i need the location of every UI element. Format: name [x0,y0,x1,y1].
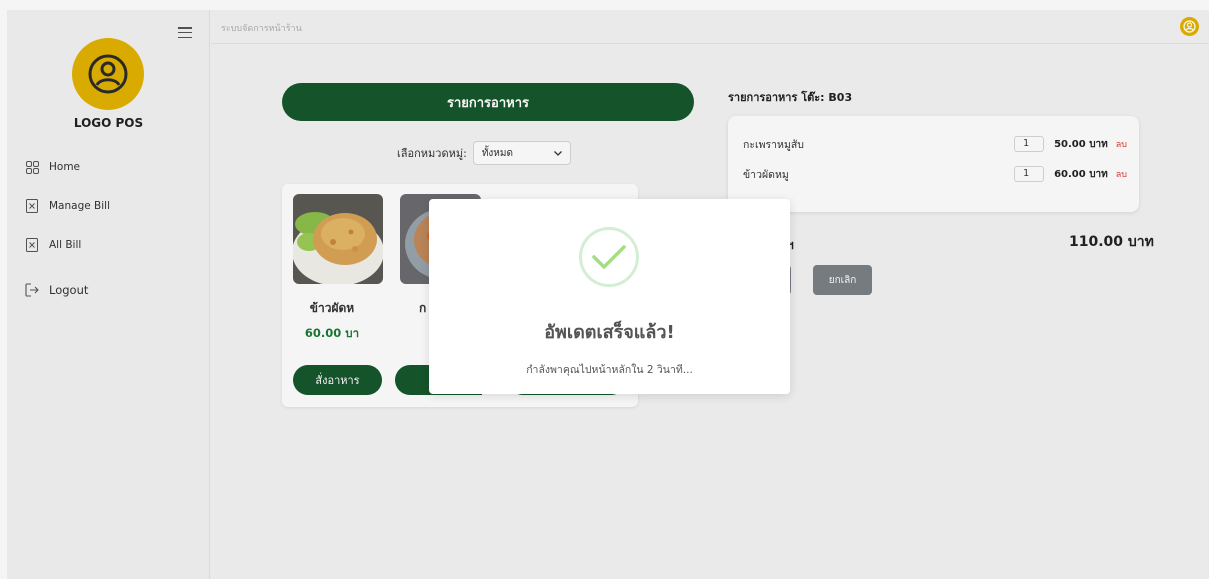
success-dialog: อัพเดตเสร็จแล้ว! กำลังพาคุณไปหน้าหลักใน … [429,199,790,394]
dialog-message: กำลังพาคุณไปหน้าหลักใน 2 วินาที... [526,364,693,376]
success-check-icon [579,227,639,287]
dialog-title: อัพเดตเสร็จแล้ว! [544,322,675,343]
